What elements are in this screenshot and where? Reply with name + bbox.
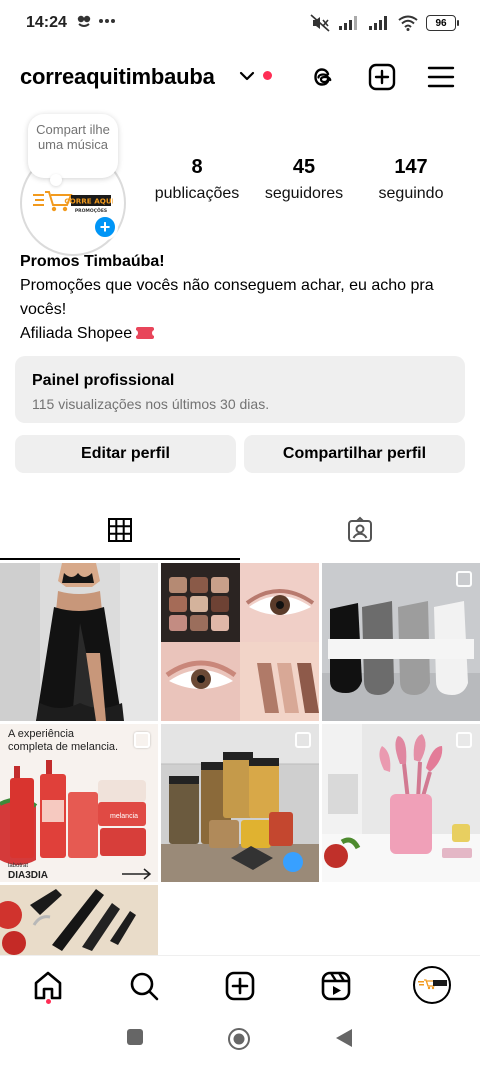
brand-logo: CORRE AQUI! PROMOÇÕES bbox=[33, 191, 113, 214]
logo-subtext: PROMOÇÕES bbox=[75, 207, 107, 214]
post-socks[interactable] bbox=[322, 563, 480, 721]
active-tab-indicator bbox=[0, 558, 240, 560]
logo-text: CORRE AQUI! bbox=[64, 197, 113, 206]
reels-icon[interactable] bbox=[319, 969, 353, 1003]
stat-following[interactable]: 147 seguindo bbox=[368, 156, 454, 203]
new-post-icon[interactable] bbox=[367, 62, 397, 92]
post-kitchen-utensils[interactable] bbox=[322, 724, 480, 882]
profile-avatar-nav[interactable] bbox=[413, 966, 451, 1004]
battery-level: 96 bbox=[435, 17, 447, 29]
tab-tagged[interactable] bbox=[240, 500, 480, 560]
post-makeup[interactable] bbox=[161, 563, 319, 721]
post-image bbox=[161, 563, 319, 721]
posts-count: 8 bbox=[191, 156, 203, 178]
grid-icon bbox=[108, 518, 132, 542]
melancia-brand-small: labotrat bbox=[8, 863, 28, 869]
post-knives[interactable] bbox=[0, 885, 158, 955]
post-containers[interactable] bbox=[161, 724, 319, 882]
create-icon[interactable] bbox=[223, 969, 257, 1003]
following-label: seguindo bbox=[378, 185, 444, 202]
status-right: 96 bbox=[310, 14, 459, 32]
home-icon[interactable] bbox=[31, 969, 65, 1003]
multiple-photos-icon bbox=[295, 732, 311, 748]
signal-icon-1 bbox=[339, 16, 357, 30]
status-left-icons bbox=[76, 13, 116, 29]
multiple-photos-icon bbox=[456, 571, 472, 587]
post-image bbox=[322, 563, 480, 721]
stat-followers[interactable]: 45 seguidores bbox=[258, 156, 350, 203]
threads-icon[interactable] bbox=[308, 62, 338, 92]
home-notification-dot bbox=[46, 999, 51, 1004]
multiple-photos-icon bbox=[134, 732, 150, 748]
professional-dashboard[interactable]: Painel profissional 115 visualizações no… bbox=[15, 356, 465, 423]
share-profile-button[interactable]: Compartilhar perfil bbox=[244, 435, 465, 473]
melancia-headline-1: A experiência bbox=[8, 728, 75, 740]
bio-text: Promoções que vocês não conseguem achar,… bbox=[20, 277, 434, 318]
posts-label: publicações bbox=[154, 185, 240, 202]
signal-icon-2 bbox=[369, 16, 387, 30]
tagged-icon bbox=[348, 516, 372, 542]
status-time: 14:24 bbox=[26, 14, 67, 31]
pro-panel-title: Painel profissional bbox=[32, 372, 175, 389]
bio-name: Promos Timbaúba! bbox=[20, 253, 165, 270]
post-image: A experiência completa de melancia. mela… bbox=[0, 724, 158, 882]
bio-affiliate: Afiliada Shopee bbox=[20, 325, 133, 342]
ticket-icon bbox=[133, 327, 158, 339]
profile-header: correaquitimbauba bbox=[0, 52, 480, 100]
username-switcher[interactable]: correaquitimbauba bbox=[20, 64, 215, 90]
status-bar: 14:24 96 bbox=[0, 0, 480, 48]
melancia-brand: DIA3DIA bbox=[8, 870, 48, 881]
bottom-nav bbox=[0, 955, 480, 1017]
stat-posts[interactable]: 8 publicações bbox=[148, 156, 246, 203]
system-nav-bar bbox=[0, 1017, 480, 1066]
multiple-photos-icon bbox=[456, 732, 472, 748]
wifi-icon bbox=[398, 15, 418, 31]
followers-count: 45 bbox=[292, 156, 316, 178]
melancia-product: melancia bbox=[110, 813, 138, 820]
note-bubble[interactable]: Compart ilhe uma música bbox=[28, 114, 118, 186]
post-melancia[interactable]: A experiência completa de melancia. mela… bbox=[0, 724, 158, 882]
back-icon[interactable] bbox=[334, 1027, 354, 1049]
note-text: Compart ilhe uma música bbox=[36, 122, 110, 152]
chevron-down-icon[interactable] bbox=[238, 70, 256, 82]
home-system-icon[interactable] bbox=[227, 1027, 251, 1051]
battery-icon: 96 bbox=[426, 15, 459, 31]
post-image bbox=[0, 563, 158, 721]
edit-profile-button[interactable]: Editar perfil bbox=[15, 435, 236, 473]
post-image bbox=[0, 885, 158, 955]
notification-app-icon bbox=[77, 15, 91, 27]
more-notifications-icon bbox=[99, 19, 115, 23]
melancia-headline-2: completa de melancia. bbox=[8, 741, 118, 753]
search-icon[interactable] bbox=[127, 969, 161, 1003]
avatar-logo-icon bbox=[418, 979, 447, 990]
mute-icon bbox=[310, 14, 330, 32]
menu-icon[interactable] bbox=[426, 62, 456, 92]
pro-panel-subtitle: 115 visualizações nos últimos 30 dias. bbox=[32, 396, 270, 412]
bio: Promos Timbaúba! Promoções que vocês não… bbox=[20, 250, 465, 346]
bio-affiliate-line: Afiliada Shopee bbox=[20, 322, 465, 346]
post-black-skirt[interactable] bbox=[0, 563, 158, 721]
tab-posts-grid[interactable] bbox=[0, 500, 240, 560]
following-count: 147 bbox=[394, 156, 428, 178]
notification-dot bbox=[263, 71, 272, 80]
post-image bbox=[161, 724, 319, 882]
recents-icon[interactable] bbox=[125, 1027, 145, 1047]
followers-label: seguidores bbox=[264, 185, 344, 202]
post-image bbox=[322, 724, 480, 882]
add-story-button[interactable]: + bbox=[92, 214, 118, 240]
